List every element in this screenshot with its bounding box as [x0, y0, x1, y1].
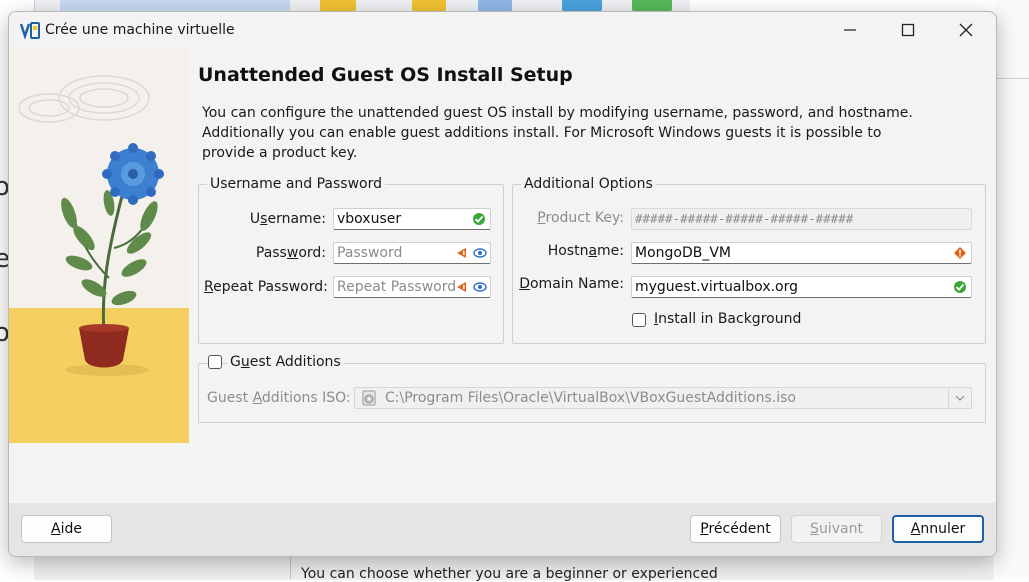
- minimize-icon: [844, 29, 856, 31]
- password-label: Password:: [255, 245, 326, 261]
- window-title: Crée une machine virtuelle: [45, 22, 235, 38]
- create-vm-dialog: Crée une machine virtuelle Unattended Gu…: [8, 11, 997, 557]
- password-field[interactable]: Password: [333, 242, 491, 264]
- product-key-field[interactable]: #####-#####-#####-#####-#####: [631, 208, 972, 230]
- background-divider: [996, 78, 1029, 79]
- next-button[interactable]: Suivant: [791, 515, 882, 543]
- install-in-background-label[interactable]: Install in Background: [654, 311, 801, 327]
- chevron-down-icon: [955, 395, 965, 401]
- dropdown-button[interactable]: [948, 388, 971, 408]
- guest-additions-iso-label: Guest Additions ISO:: [207, 390, 351, 406]
- additional-options-group-title: Additional Options: [521, 176, 656, 192]
- install-in-background-checkbox[interactable]: [632, 313, 646, 327]
- guest-additions-checkbox[interactable]: [208, 355, 222, 369]
- domain-name-label: Domain Name:: [519, 276, 624, 292]
- username-field[interactable]: vboxuser: [333, 208, 491, 230]
- hostname-field[interactable]: MongoDB_VM: [631, 242, 972, 264]
- title-bar: Crée une machine virtuelle: [9, 12, 996, 48]
- background-divider: [290, 555, 291, 579]
- product-key-label: Product Key:: [537, 210, 624, 226]
- virtualbox-logo-icon: [19, 22, 40, 40]
- back-button[interactable]: Précédent: [690, 515, 781, 543]
- cancel-button[interactable]: Annuler: [892, 515, 984, 543]
- background-right-pane: [996, 0, 1029, 579]
- page-title: Unattended Guest OS Install Setup: [198, 64, 573, 86]
- warning-icon: [954, 247, 966, 259]
- maximize-button[interactable]: [880, 12, 936, 48]
- maximize-icon: [901, 23, 915, 37]
- guest-additions-iso-select[interactable]: C:\Program Files\Oracle\VirtualBox\VBoxG…: [354, 387, 972, 409]
- eye-icon[interactable]: [473, 280, 487, 294]
- close-icon: [959, 23, 973, 37]
- background-bottom-text: You can choose whether you are a beginne…: [301, 566, 718, 582]
- warning-icon: [457, 282, 466, 292]
- minimize-button[interactable]: [822, 12, 878, 48]
- repeat-password-label: Repeat Password:: [204, 279, 328, 295]
- guest-additions-iso-value: C:\Program Files\Oracle\VirtualBox\VBoxG…: [385, 390, 796, 406]
- close-button[interactable]: [938, 12, 994, 48]
- domain-name-field[interactable]: myguest.virtualbox.org: [631, 276, 972, 298]
- check-icon: [954, 281, 966, 293]
- disc-icon: [362, 390, 376, 406]
- guest-additions-label[interactable]: Guest Additions: [227, 354, 344, 370]
- username-password-group-title: Username and Password: [207, 176, 385, 192]
- repeat-password-field[interactable]: Repeat Password: [333, 276, 491, 298]
- hostname-label: Hostname:: [547, 243, 624, 259]
- warning-icon: [457, 248, 466, 258]
- eye-icon[interactable]: [473, 246, 487, 260]
- username-label: Username:: [249, 211, 326, 227]
- check-icon: [473, 213, 485, 225]
- help-button[interactable]: Aide: [21, 515, 112, 543]
- page-description: You can configure the unattended guest O…: [202, 105, 913, 161]
- wizard-illustration: [9, 48, 189, 443]
